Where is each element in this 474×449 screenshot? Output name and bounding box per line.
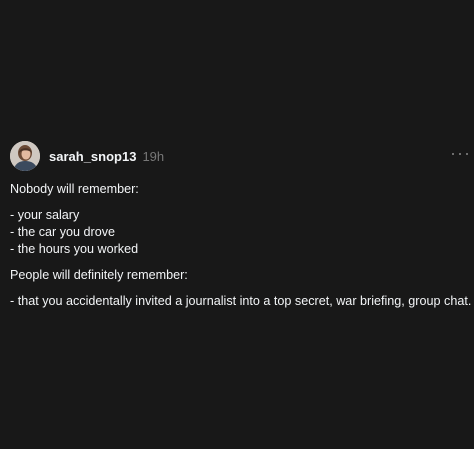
list-item: - the hours you worked (10, 242, 139, 256)
list-item: - the car you drove (10, 225, 115, 239)
post-paragraph: Nobody will remember: (10, 182, 139, 196)
more-options-icon[interactable] (452, 146, 468, 162)
username[interactable]: sarah_snop13 (49, 149, 136, 164)
dot (465, 152, 468, 156)
profile-photo-icon (10, 141, 40, 171)
post-header: sarah_snop13 19h (10, 140, 470, 172)
post-body: Nobody will remember: - your salary - th… (10, 181, 472, 310)
dot (458, 152, 462, 156)
post-timestamp[interactable]: 19h (142, 149, 164, 164)
post-list: - your salary - the car you drove - the … (10, 207, 470, 258)
avatar[interactable] (10, 141, 40, 171)
post-paragraph: People will definitely remember: (10, 268, 188, 282)
list-item: - your salary (10, 208, 80, 222)
thread-post: sarah_snop13 19h Nobody will remember: -… (10, 140, 472, 319)
post-paragraph: - that you accidentally invited a journa… (10, 294, 472, 308)
dot (452, 152, 455, 156)
